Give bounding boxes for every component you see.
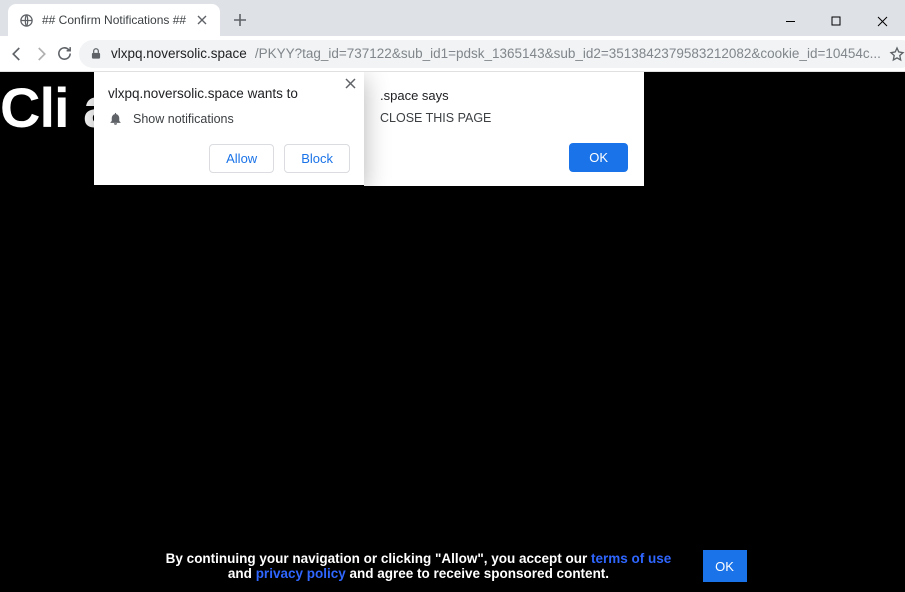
permission-line: Show notifications xyxy=(108,111,350,126)
bell-icon xyxy=(108,111,123,126)
alert-ok-button[interactable]: OK xyxy=(569,143,628,172)
consent-text-1: By continuing your navigation or clickin… xyxy=(166,551,591,566)
url-path: /PKYY?tag_id=737122&sub_id1=pdsk_1365143… xyxy=(255,46,881,61)
browser-toolbar: vlxpq.noversolic.space/PKYY?tag_id=73712… xyxy=(0,36,905,72)
block-button[interactable]: Block xyxy=(284,144,350,173)
consent-ok-button[interactable]: OK xyxy=(703,550,747,582)
minimize-button[interactable] xyxy=(767,6,813,36)
tab-strip: ## Confirm Notifications ## xyxy=(0,4,767,36)
back-button[interactable] xyxy=(8,40,26,68)
consent-text-2: and agree to receive sponsored content. xyxy=(346,566,609,581)
terms-link[interactable]: terms of use xyxy=(591,551,671,566)
maximize-button[interactable] xyxy=(813,6,859,36)
close-window-button[interactable] xyxy=(859,6,905,36)
reload-button[interactable] xyxy=(56,40,73,68)
titlebar: ## Confirm Notifications ## xyxy=(0,0,905,36)
tab-title: ## Confirm Notifications ## xyxy=(42,13,186,27)
consent-text: By continuing your navigation or clickin… xyxy=(159,551,679,581)
page-content: Cli at you are .space says CLOSE THIS PA… xyxy=(0,72,905,592)
forward-button xyxy=(32,40,50,68)
window-controls xyxy=(767,6,905,36)
privacy-link[interactable]: privacy policy xyxy=(256,566,346,581)
alert-message: CLOSE THIS PAGE xyxy=(380,111,628,125)
consent-bar: By continuing your navigation or clickin… xyxy=(0,550,905,582)
url-host: vlxpq.noversolic.space xyxy=(111,46,247,61)
new-tab-button[interactable] xyxy=(226,6,254,34)
browser-tab[interactable]: ## Confirm Notifications ## xyxy=(8,4,220,36)
js-alert-dialog: .space says CLOSE THIS PAGE OK xyxy=(364,72,644,186)
alert-header: .space says xyxy=(380,88,628,103)
lock-icon[interactable] xyxy=(89,47,103,61)
notification-permission-prompt: vlxpq.noversolic.space wants to Show not… xyxy=(94,72,364,185)
permission-header: vlxpq.noversolic.space wants to xyxy=(108,86,350,101)
allow-button[interactable]: Allow xyxy=(209,144,274,173)
bookmark-star-icon[interactable] xyxy=(889,46,905,62)
address-bar[interactable]: vlxpq.noversolic.space/PKYY?tag_id=73712… xyxy=(79,40,905,68)
consent-and: and xyxy=(228,566,256,581)
permission-close-icon[interactable] xyxy=(345,78,356,89)
globe-icon xyxy=(18,12,34,28)
permission-text: Show notifications xyxy=(133,112,234,126)
tab-close-icon[interactable] xyxy=(194,12,210,28)
